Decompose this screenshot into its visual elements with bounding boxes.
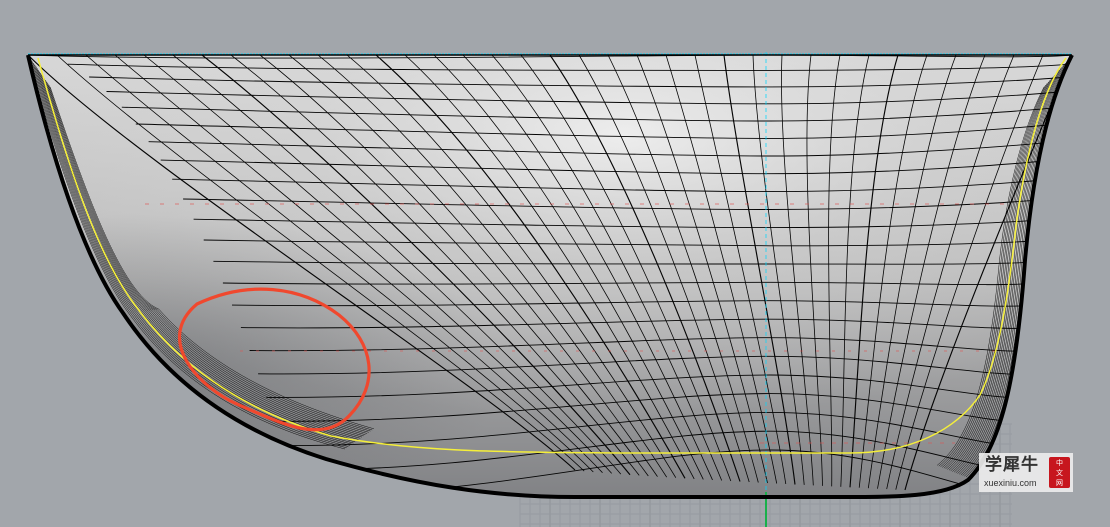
watermark-logo: 学犀牛 xuexiniu.com 中 文 网 xyxy=(979,453,1073,492)
watermark-seal-line2: 文 xyxy=(1056,469,1063,477)
hull-surface-scene[interactable] xyxy=(0,0,1110,527)
rhino-viewport[interactable]: 学犀牛 xuexiniu.com 中 文 网 xyxy=(0,0,1110,527)
watermark-seal-line3: 网 xyxy=(1056,479,1063,487)
watermark-title: 学犀牛 xyxy=(985,455,1039,475)
watermark-seal: 中 文 网 xyxy=(1049,457,1070,488)
watermark-url: xuexiniu.com xyxy=(984,478,1037,488)
hull-dark-flare xyxy=(28,55,1072,497)
watermark-seal-line1: 中 xyxy=(1056,459,1063,467)
